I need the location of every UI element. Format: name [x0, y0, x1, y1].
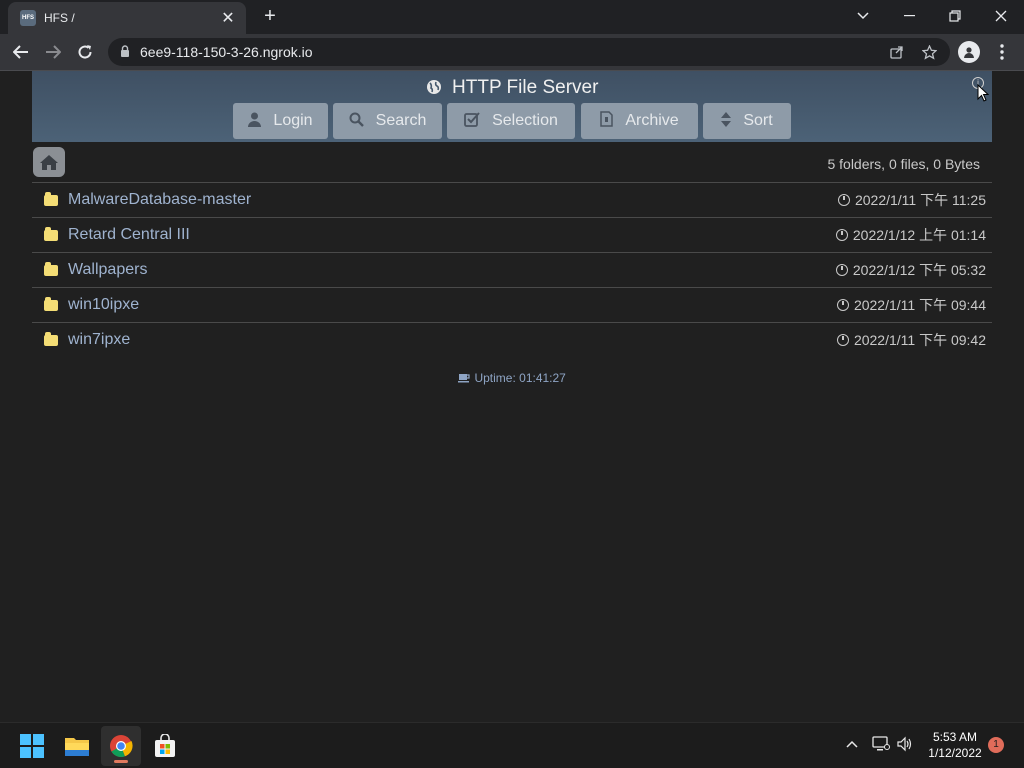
modified-date: 2022/1/12 下午 05:32 — [835, 260, 986, 280]
bookmark-star-icon[interactable] — [918, 41, 940, 63]
search-label: Search — [375, 112, 427, 129]
folder-link[interactable]: win10ipxe — [68, 296, 837, 314]
active-app-indicator — [114, 760, 128, 763]
folder-icon — [44, 261, 58, 276]
selection-button[interactable]: Selection — [447, 103, 575, 139]
windows-taskbar: 5:53 AM 1/12/2022 1 — [0, 722, 1024, 768]
clock-icon — [835, 229, 848, 241]
modified-date-text: 2022/1/11 下午 11:25 — [854, 192, 986, 208]
clock-icon — [836, 334, 849, 346]
folder-icon — [44, 226, 58, 241]
folder-icon — [44, 191, 58, 206]
folder-stats: 5 folders, 0 files, 0 Bytes — [827, 156, 980, 172]
start-button[interactable] — [12, 726, 52, 766]
search-icon — [349, 112, 364, 131]
modified-date: 2022/1/11 下午 09:44 — [836, 295, 986, 315]
page-title: HTTP File Server — [32, 77, 992, 99]
hfs-favicon: HFS — [20, 10, 36, 26]
page-content: HTTP File Server i Login Search Selectio… — [0, 71, 1024, 722]
store-button[interactable] — [145, 726, 185, 766]
sort-icon — [721, 111, 732, 131]
modified-date: 2022/1/11 下午 09:42 — [836, 330, 986, 350]
modified-date-text: 2022/1/11 下午 09:44 — [853, 297, 986, 313]
home-button[interactable] — [33, 147, 65, 177]
hfs-header: HTTP File Server i Login Search Selectio… — [32, 71, 992, 142]
browser-toolbar: 6ee9-118-150-3-26.ngrok.io — [0, 34, 1024, 71]
list-item: MalwareDatabase-master 2022/1/11 下午 11:2… — [32, 182, 992, 217]
profile-avatar-icon[interactable] — [958, 41, 980, 63]
clock-icon — [836, 299, 849, 311]
list-item: win10ipxe 2022/1/11 下午 09:44 — [32, 287, 992, 322]
windows-start-icon — [20, 734, 44, 758]
page-title-text: HTTP File Server — [452, 77, 599, 98]
coffee-icon — [458, 371, 474, 385]
sort-label: Sort — [743, 112, 773, 129]
restore-button[interactable] — [938, 4, 972, 28]
browser-menu-icon[interactable] — [992, 40, 1012, 64]
network-icon[interactable] — [872, 736, 890, 755]
archive-icon — [600, 111, 614, 131]
modified-date-text: 2022/1/11 下午 09:42 — [853, 332, 986, 348]
tab-hfs[interactable]: HFS HFS / ✕ — [8, 2, 246, 34]
archive-label: Archive — [625, 112, 679, 129]
chrome-icon — [110, 735, 133, 757]
folder-link[interactable]: MalwareDatabase-master — [68, 191, 838, 209]
folder-icon — [44, 331, 58, 346]
close-tab-icon[interactable]: ✕ — [220, 8, 236, 28]
clock-icon — [837, 194, 850, 206]
notification-badge[interactable]: 1 — [988, 737, 1004, 753]
close-window-button[interactable] — [984, 4, 1018, 28]
folder-link[interactable]: Wallpapers — [68, 261, 836, 279]
address-bar[interactable]: 6ee9-118-150-3-26.ngrok.io — [108, 38, 950, 66]
checkbox-icon — [464, 111, 480, 131]
url-text[interactable]: 6ee9-118-150-3-26.ngrok.io — [140, 44, 886, 60]
archive-button[interactable]: Archive — [581, 103, 698, 139]
tray-overflow-icon[interactable] — [846, 735, 858, 751]
forward-button[interactable] — [40, 39, 66, 65]
modified-date: 2022/1/12 上午 01:14 — [835, 225, 986, 245]
modified-date: 2022/1/11 下午 11:25 — [837, 190, 986, 210]
tab-search-icon[interactable] — [846, 4, 880, 28]
modified-date-text: 2022/1/12 上午 01:14 — [852, 227, 986, 243]
list-item: win7ipxe 2022/1/11 下午 09:42 — [32, 322, 992, 357]
folder-icon — [65, 738, 89, 756]
home-icon — [40, 154, 58, 170]
tab-strip: HFS HFS / ✕ + — [0, 0, 1024, 34]
file-list: MalwareDatabase-master 2022/1/11 下午 11:2… — [32, 182, 992, 357]
login-button[interactable]: Login — [233, 103, 328, 139]
mouse-cursor-icon — [977, 84, 989, 102]
folder-link[interactable]: Retard Central III — [68, 226, 836, 244]
reload-button[interactable] — [72, 39, 98, 65]
minimize-button[interactable] — [892, 4, 926, 28]
clock-time: 5:53 AM — [932, 730, 978, 744]
volume-icon[interactable] — [897, 736, 913, 755]
clock-icon — [835, 264, 848, 276]
file-explorer-button[interactable] — [57, 726, 97, 766]
list-item: Wallpapers 2022/1/12 下午 05:32 — [32, 252, 992, 287]
search-button[interactable]: Search — [333, 103, 442, 139]
modified-date-text: 2022/1/12 下午 05:32 — [852, 262, 986, 278]
lock-icon[interactable] — [120, 44, 130, 60]
share-icon[interactable] — [886, 41, 908, 63]
back-button[interactable] — [8, 39, 34, 65]
uptime-status: Uptime: 01:41:27 — [0, 371, 1024, 385]
new-tab-button[interactable]: + — [258, 6, 282, 28]
sort-button[interactable]: Sort — [703, 103, 791, 139]
login-label: Login — [273, 112, 313, 129]
uptime-text: Uptime: 01:41:27 — [474, 371, 566, 385]
tab-title: HFS / — [44, 11, 75, 25]
selection-label: Selection — [492, 112, 558, 129]
user-icon — [248, 112, 262, 131]
globe-icon — [426, 80, 446, 97]
folder-link[interactable]: win7ipxe — [68, 331, 837, 349]
folder-icon — [44, 296, 58, 311]
taskbar-clock[interactable]: 5:53 AM 1/12/2022 — [922, 729, 988, 761]
chrome-taskbar-button[interactable] — [101, 726, 141, 766]
list-item: Retard Central III 2022/1/12 上午 01:14 — [32, 217, 992, 252]
clock-date: 1/12/2022 — [928, 746, 982, 760]
store-icon — [155, 734, 175, 757]
